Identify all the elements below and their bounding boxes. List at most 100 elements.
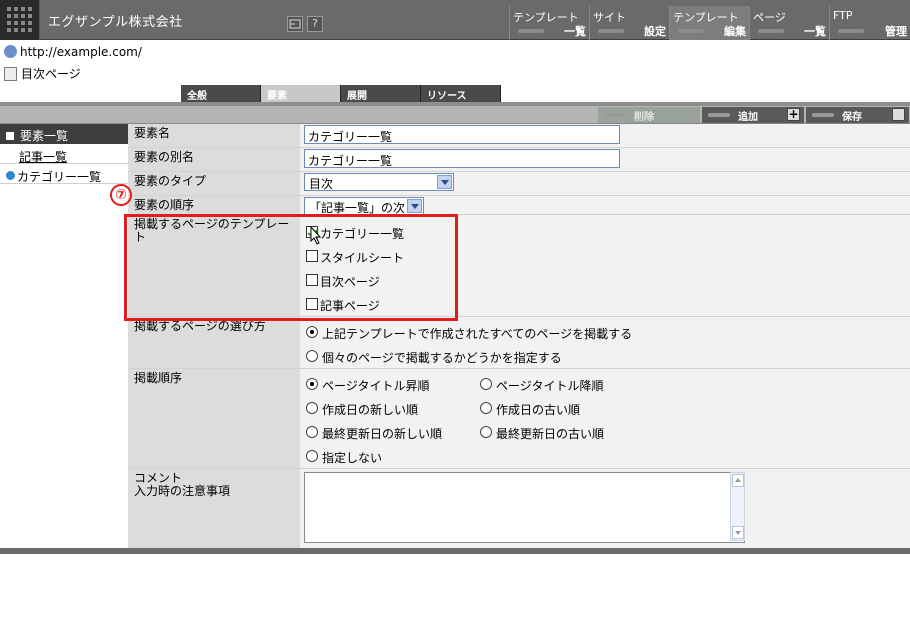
add-label: 追加	[738, 112, 758, 123]
annotation-step-number: ⑦	[110, 184, 132, 206]
sort-option-label: 指定しない	[322, 451, 383, 465]
menu-bottom-label: 一覧	[564, 25, 586, 38]
radio-icon	[480, 402, 492, 414]
save-disk-icon	[892, 108, 905, 121]
sidebar-header-label: 要素一覧	[20, 129, 69, 143]
save-label: 保存	[842, 112, 862, 123]
menu-page-list[interactable]: ページ 一覧	[749, 6, 829, 40]
menu-template-list[interactable]: テンプレート 一覧	[509, 6, 589, 40]
current-page: 目次ページ	[4, 65, 81, 82]
element-sidebar: 要素一覧 記事一覧 カテゴリー一覧	[0, 124, 128, 188]
app-logo[interactable]	[0, 0, 40, 40]
comment-label: コメント 入力時の注意事項	[128, 469, 300, 548]
element-order-value: 「記事一覧」の次	[309, 201, 406, 215]
sidebar-item-label: カテゴリー一覧	[17, 170, 102, 184]
radio-icon	[306, 402, 318, 414]
menu-ftp-manage[interactable]: FTP 管理	[829, 6, 910, 40]
button-bar-icon	[708, 113, 730, 117]
add-button[interactable]: 追加 +	[702, 107, 804, 123]
sidebar-item-article-list[interactable]: 記事一覧	[0, 145, 128, 164]
delete-button[interactable]: 削除	[598, 107, 700, 123]
element-alias-label: 要素の別名	[128, 148, 300, 171]
menu-site-settings[interactable]: サイト 設定	[589, 6, 669, 40]
row-element-order: 要素の順序 「記事一覧」の次	[128, 196, 910, 215]
site-url: http://example.com/	[4, 45, 142, 59]
menu-bar-icon	[838, 29, 864, 33]
comment-textarea[interactable]	[304, 472, 745, 543]
radio-selected-icon	[306, 326, 318, 338]
menu-template-edit[interactable]: テンプレート 編集	[669, 6, 749, 40]
radio-icon	[306, 450, 318, 462]
element-order-select[interactable]: 「記事一覧」の次	[304, 197, 424, 215]
plus-icon: +	[787, 107, 800, 121]
radio-icon	[306, 350, 318, 362]
app-title: エグザンプル株式会社	[48, 15, 183, 30]
menu-bar-icon	[758, 29, 784, 33]
sidebar-header[interactable]: 要素一覧	[0, 124, 128, 144]
tab-resources[interactable]: リソース	[421, 85, 501, 102]
menu-bar-icon	[518, 29, 544, 33]
delete-label: 削除	[634, 112, 654, 123]
tab-deploy[interactable]: 展開	[341, 85, 421, 102]
mouse-cursor-icon	[310, 226, 322, 245]
grid-logo-icon	[7, 7, 32, 32]
sort-option-label: 最終更新日の新しい順	[322, 427, 443, 441]
sidebar-item-label: 記事一覧	[19, 150, 68, 164]
element-type-select[interactable]: 目次	[304, 173, 454, 191]
radio-icon	[480, 378, 492, 390]
help-icon[interactable]: ?	[307, 16, 323, 32]
globe-icon	[4, 45, 17, 58]
button-bar-icon	[604, 113, 626, 117]
menu-bar-icon	[598, 29, 624, 33]
menu-top-label: サイト	[593, 11, 626, 24]
bottom-bar	[0, 548, 910, 554]
site-url-text: http://example.com/	[20, 45, 142, 59]
element-order-label: 要素の順序	[128, 196, 300, 214]
element-name-label: 要素名	[128, 124, 300, 147]
sort-order-label: 掲載順序	[128, 369, 300, 468]
chevron-down-icon	[407, 199, 422, 213]
square-bullet-icon	[6, 132, 14, 140]
row-element-type: 要素のタイプ 目次	[128, 172, 910, 196]
element-type-label: 要素のタイプ	[128, 172, 300, 195]
element-form: 要素名 カテゴリー一覧 要素の別名 カテゴリー一覧 要素のタイプ 目次 要素の順…	[128, 124, 910, 548]
selection-option-label: 個々のページで掲載するかどうかを指定する	[322, 351, 562, 365]
chevron-down-icon	[437, 175, 452, 189]
menu-top-label: FTP	[833, 9, 853, 22]
menu-bottom-label: 設定	[644, 25, 666, 38]
row-element-name: 要素名 カテゴリー一覧	[128, 124, 910, 148]
sort-option-label: ページタイトル昇順	[322, 379, 430, 393]
row-selection-method: 掲載するページの選び方 上記テンプレートで作成されたすべてのページを掲載する 個…	[128, 317, 910, 369]
element-name-input[interactable]: カテゴリー一覧	[304, 125, 620, 144]
element-alias-input[interactable]: カテゴリー一覧	[304, 149, 620, 168]
page-icon	[4, 67, 17, 81]
action-bar: 削除 追加 + 保存	[0, 106, 910, 124]
comment-label-line2: 入力時の注意事項	[134, 484, 231, 498]
sort-option-label: 作成日の古い順	[496, 403, 581, 417]
element-type-value: 目次	[309, 177, 334, 191]
sort-option-label: 作成日の新しい順	[322, 403, 419, 417]
row-element-alias: 要素の別名 カテゴリー一覧	[128, 148, 910, 172]
current-page-text: 目次ページ	[21, 67, 81, 81]
sort-option-label: ページタイトル降順	[496, 379, 604, 393]
selected-dot-icon	[6, 171, 15, 180]
menu-bottom-label: 編集	[724, 25, 746, 38]
button-bar-icon	[812, 113, 834, 117]
menu-top-label: ページ	[753, 11, 786, 24]
tab-general[interactable]: 全般	[181, 85, 261, 102]
sort-option-label: 最終更新日の古い順	[496, 427, 605, 441]
selection-method-label: 掲載するページの選び方	[128, 317, 300, 368]
selection-option-label: 上記テンプレートで作成されたすべてのページを掲載する	[322, 327, 633, 341]
window-icon[interactable]	[287, 16, 303, 32]
annotation-highlight-box	[124, 214, 458, 321]
radio-selected-icon	[306, 378, 318, 390]
save-button[interactable]: 保存	[806, 107, 909, 123]
menu-bar-icon	[678, 29, 704, 33]
radio-icon	[306, 426, 318, 438]
window-icon-glyph	[289, 19, 301, 29]
menu-bottom-label: 管理	[885, 25, 907, 38]
row-comment: コメント 入力時の注意事項	[128, 469, 910, 548]
sidebar-item-category-list[interactable]: カテゴリー一覧	[0, 165, 128, 184]
tab-elements[interactable]: 要素	[261, 85, 341, 102]
menu-bottom-label: 一覧	[804, 25, 826, 38]
